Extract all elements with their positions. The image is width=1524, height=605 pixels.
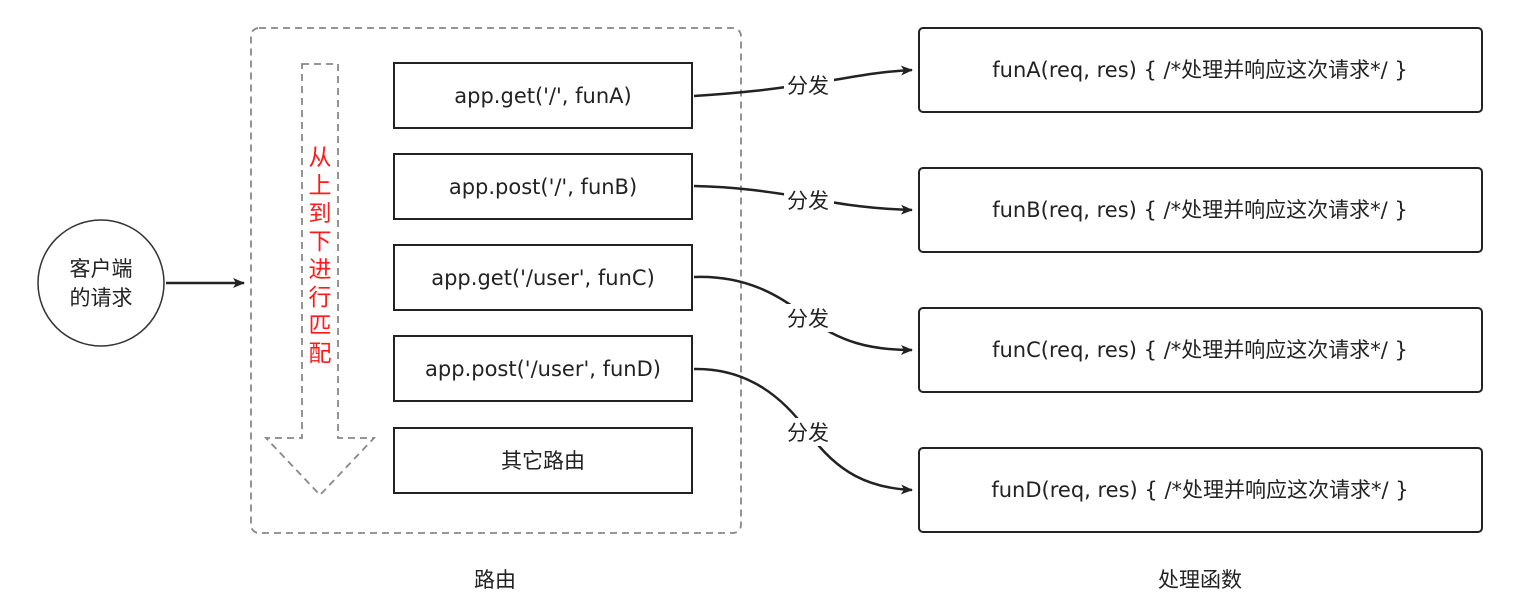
handler-box-funD: funD(req, res) { /*处理并响应这次请求*/ } — [918, 447, 1483, 533]
route-box-post-root: app.post('/', funB) — [393, 153, 693, 220]
handler-label: funA(req, res) { /*处理并响应这次请求*/ } — [992, 58, 1407, 82]
handler-box-funB: funB(req, res) { /*处理并响应这次请求*/ } — [918, 167, 1483, 253]
routing-diagram: 客户端 的请求 从 上 到 下 进 行 匹 配 app.get('/', fun… — [37, 27, 1483, 592]
route-label: app.get('/', funA) — [454, 84, 631, 108]
route-box-other: 其它路由 — [393, 427, 693, 494]
route-label: app.get('/user', funC) — [431, 266, 655, 290]
match-order-char: 行 — [309, 285, 332, 311]
handler-box-funC: funC(req, res) { /*处理并响应这次请求*/ } — [918, 307, 1483, 393]
match-order-char: 匹 — [309, 313, 332, 339]
match-order-label: 从 上 到 下 进 行 匹 配 — [309, 145, 332, 367]
client-node: 客户端 的请求 — [37, 219, 165, 347]
match-order-char: 从 — [309, 145, 332, 171]
dispatch-label: 分发 — [787, 421, 829, 445]
dispatch-label-funB: 分发 — [784, 186, 834, 214]
client-circle — [37, 219, 165, 347]
route-box-get-root: app.get('/', funA) — [393, 62, 693, 129]
client-label-line1: 客户端 — [70, 257, 133, 281]
route-label: 其它路由 — [501, 449, 585, 473]
dispatch-label-funD: 分发 — [784, 418, 834, 446]
route-box-get-user: app.get('/user', funC) — [393, 244, 693, 311]
match-order-char: 配 — [309, 341, 332, 367]
match-order-char: 进 — [309, 257, 332, 283]
match-order-char: 下 — [309, 229, 332, 255]
dispatch-label-funA: 分发 — [784, 71, 834, 99]
route-label: app.post('/', funB) — [449, 175, 637, 199]
dispatch-label: 分发 — [787, 189, 829, 213]
handler-label: funC(req, res) { /*处理并响应这次请求*/ } — [992, 338, 1408, 362]
handler-label: funD(req, res) { /*处理并响应这次请求*/ } — [991, 478, 1408, 502]
dispatch-label-funC: 分发 — [784, 304, 834, 332]
route-box-post-user: app.post('/user', funD) — [393, 335, 693, 402]
handler-label: funB(req, res) { /*处理并响应这次请求*/ } — [992, 198, 1408, 222]
dispatch-label: 分发 — [787, 307, 829, 331]
dispatch-label: 分发 — [787, 74, 829, 98]
client-label-line2: 的请求 — [70, 286, 133, 310]
route-label: app.post('/user', funD) — [425, 357, 661, 381]
match-order-char: 上 — [309, 173, 332, 199]
handler-box-funA: funA(req, res) { /*处理并响应这次请求*/ } — [918, 27, 1483, 113]
handlers-caption: 处理函数 — [1158, 568, 1242, 592]
match-order-char: 到 — [309, 201, 332, 227]
routes-caption: 路由 — [474, 568, 516, 592]
